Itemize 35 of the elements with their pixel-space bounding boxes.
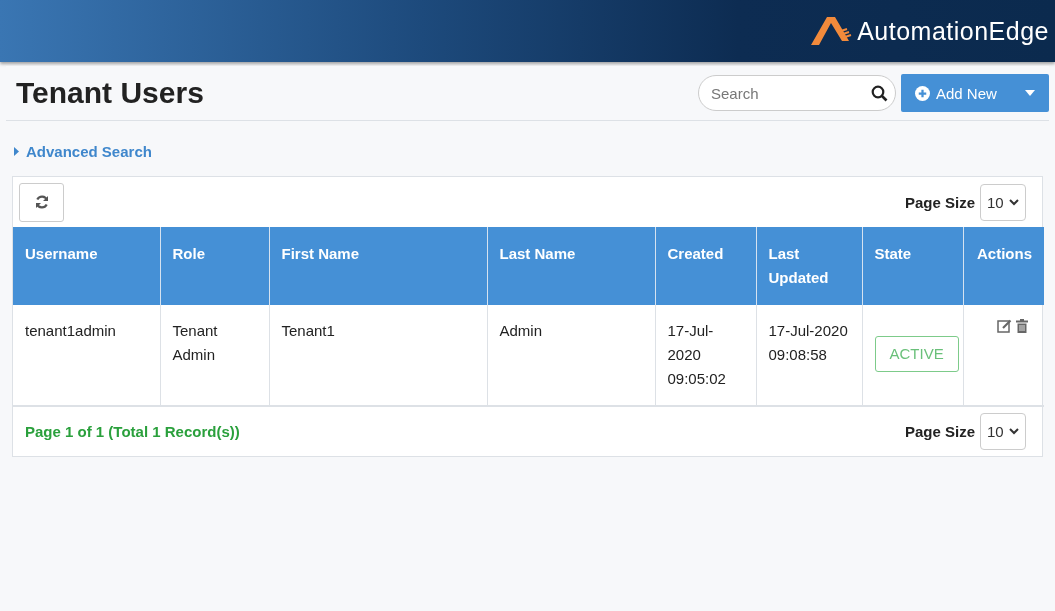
column-header[interactable]: First Name bbox=[269, 227, 487, 305]
column-header[interactable]: Last Updated bbox=[756, 227, 862, 305]
chevron-down-icon bbox=[1009, 198, 1019, 206]
column-header[interactable]: Last Name bbox=[487, 227, 655, 305]
page-size-label: Page Size bbox=[904, 423, 975, 440]
column-header[interactable]: Actions bbox=[963, 227, 1044, 305]
table-cell: 17-Jul-2020 09:05:02 bbox=[667, 322, 726, 387]
table-cell: Tenant Admin bbox=[172, 322, 218, 363]
chevron-down-icon bbox=[1009, 428, 1019, 435]
page-title: Tenant Users bbox=[16, 76, 205, 110]
state-badge: ACTIVE bbox=[874, 336, 959, 372]
caret-icon bbox=[1025, 90, 1035, 96]
table-cell: 17-Jul-2020 09:08:58 bbox=[768, 322, 848, 363]
column-header[interactable]: State bbox=[862, 227, 963, 305]
pagination-summary: Page 1 of 1 (Total 1 Record(s)) bbox=[25, 423, 240, 440]
page-size-select[interactable]: 10 bbox=[980, 183, 1026, 221]
plus-circle-icon bbox=[915, 85, 930, 101]
refresh-icon bbox=[34, 195, 49, 209]
refresh-button[interactable] bbox=[19, 182, 64, 222]
brand-name: AutomationEdge bbox=[857, 16, 1049, 46]
search-field[interactable]: Search bbox=[698, 75, 896, 111]
table-cell: Admin bbox=[499, 322, 543, 339]
page-size-select[interactable]: 10 bbox=[980, 413, 1026, 450]
search-icon bbox=[871, 85, 888, 102]
column-header[interactable]: Username bbox=[13, 227, 160, 305]
trash-icon[interactable] bbox=[1016, 319, 1028, 333]
add-new-button[interactable]: Add New bbox=[901, 74, 1049, 112]
table-cell: tenant1admin bbox=[25, 322, 116, 339]
caret-icon bbox=[14, 147, 19, 156]
edit-icon[interactable] bbox=[997, 319, 1012, 333]
advanced-search-toggle[interactable]: Advanced Search bbox=[14, 143, 152, 160]
column-header[interactable]: Role bbox=[160, 227, 269, 305]
table-cell: Tenant1 bbox=[281, 322, 335, 339]
page-size-label: Page Size bbox=[904, 193, 975, 211]
column-header[interactable]: Created bbox=[655, 227, 756, 305]
